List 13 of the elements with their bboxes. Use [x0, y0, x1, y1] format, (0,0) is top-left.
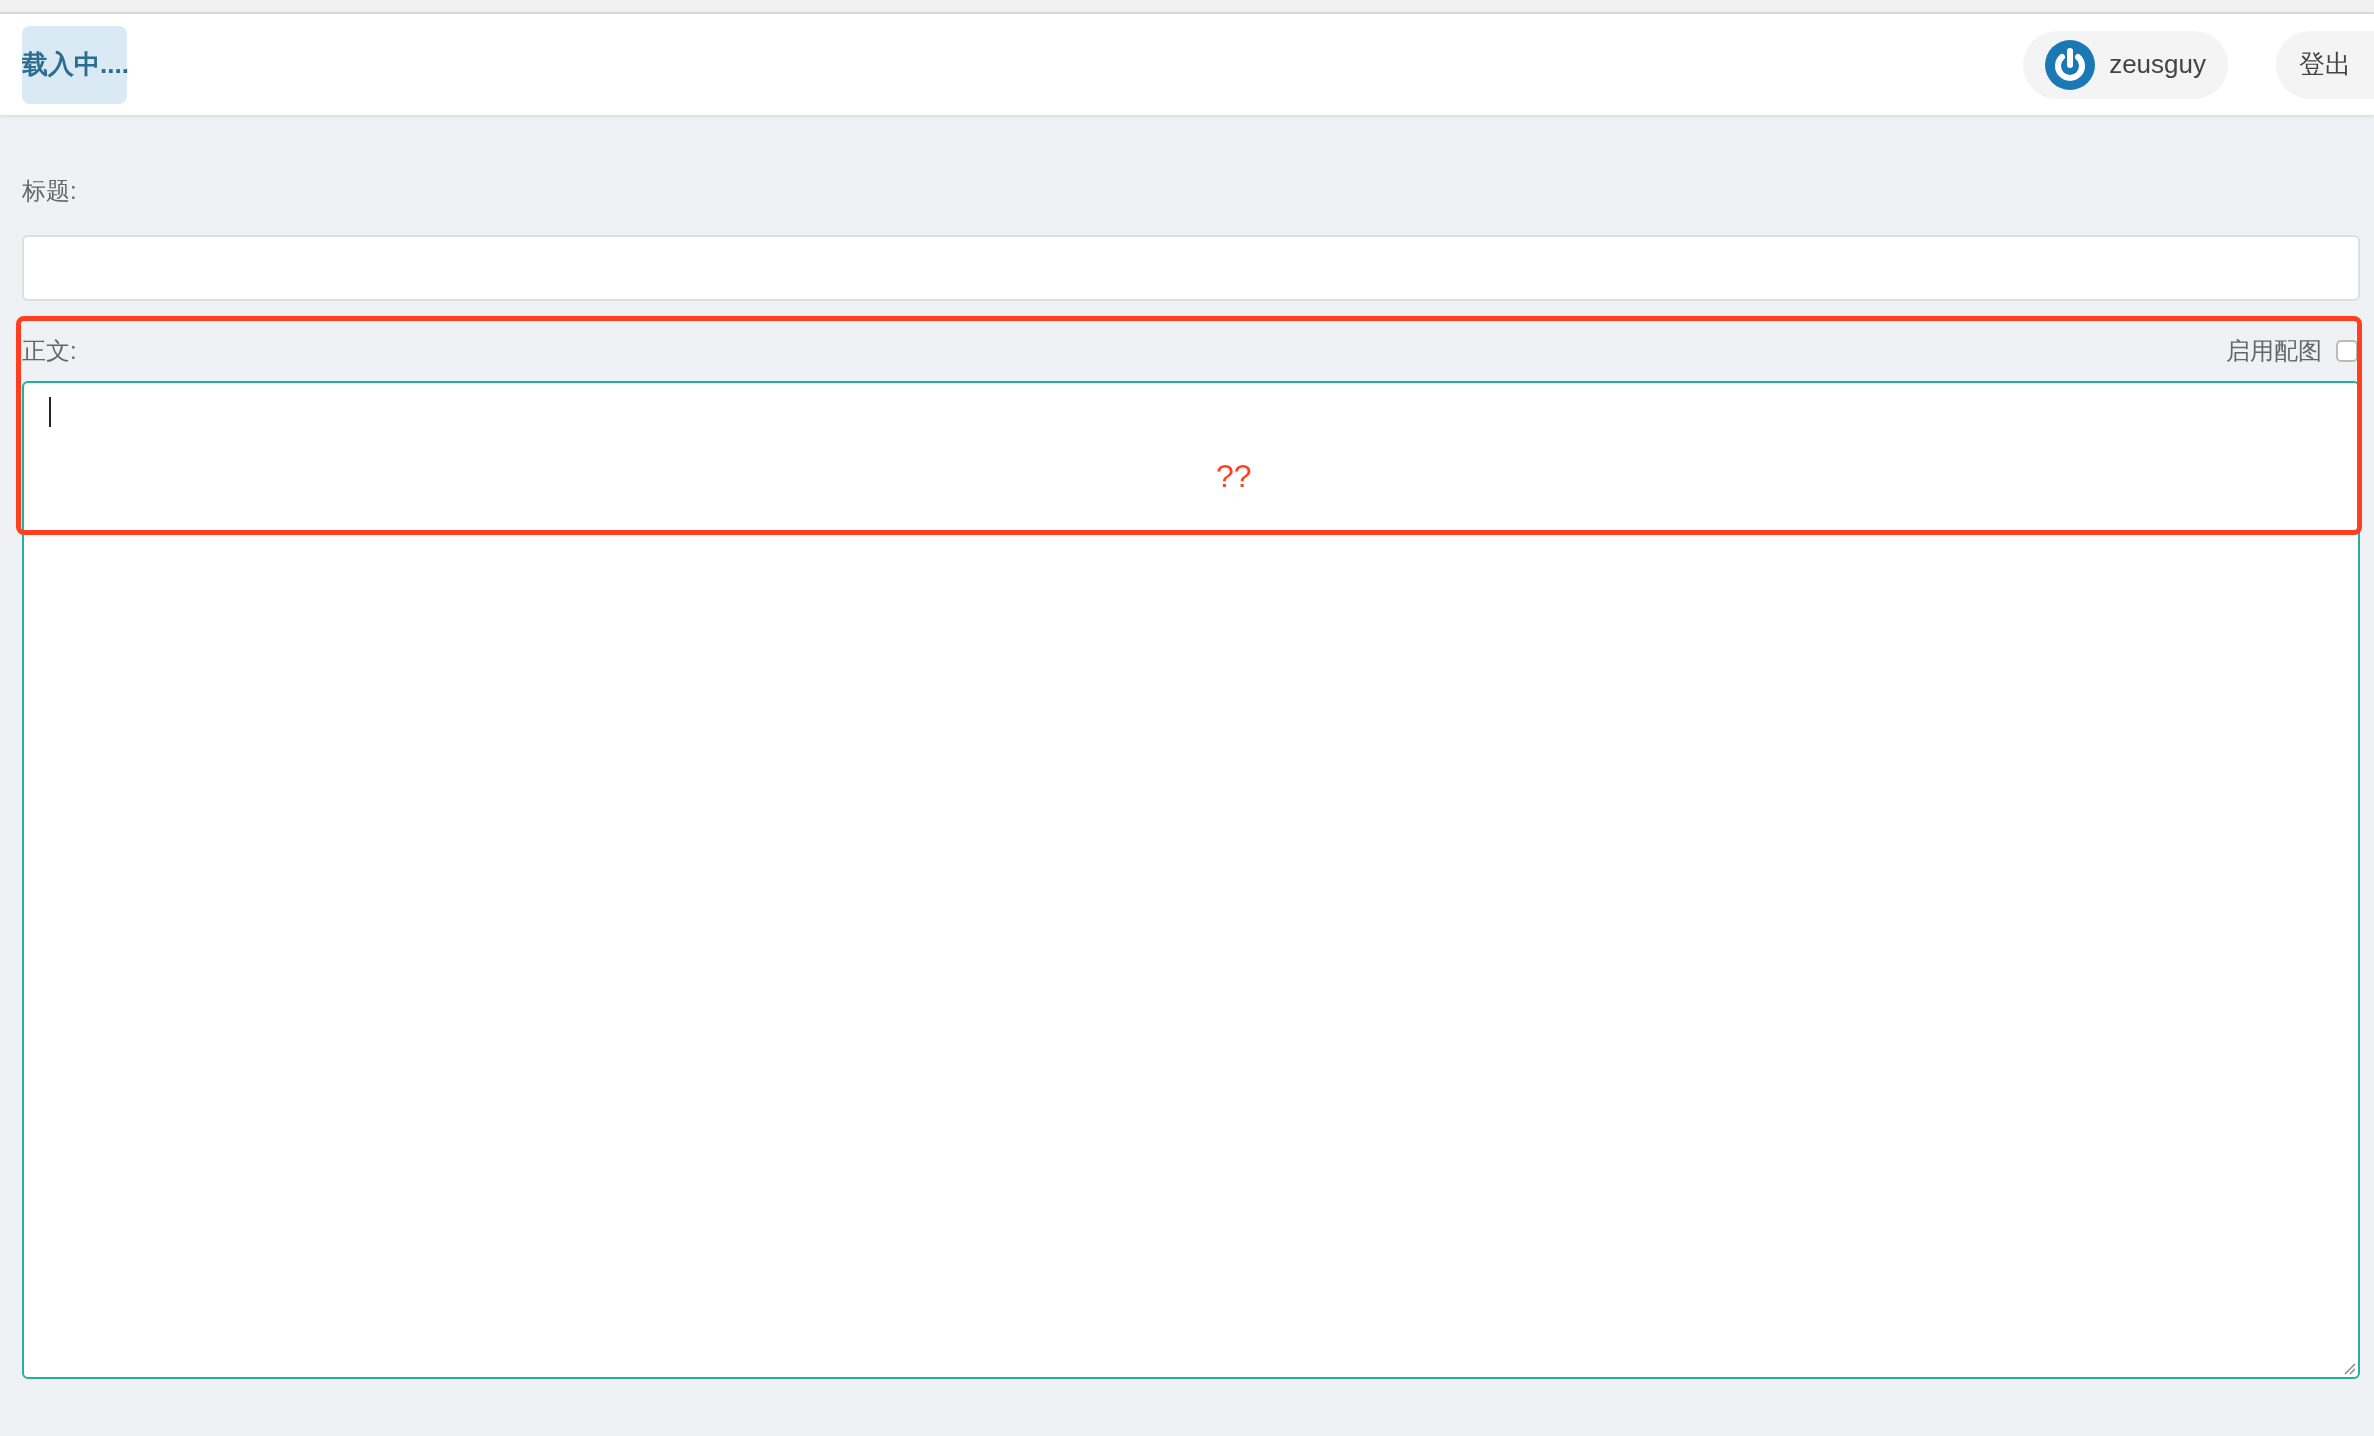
body-label: 正文:	[22, 336, 77, 366]
user-button[interactable]: zeusguy	[2023, 30, 2228, 99]
image-checkbox[interactable]	[2336, 340, 2358, 362]
logout-button[interactable]: 登出	[2276, 30, 2374, 99]
resize-handle-icon[interactable]	[2342, 1361, 2356, 1375]
title-field[interactable]	[22, 235, 2360, 301]
image-option-label: 启用配图	[2226, 336, 2322, 366]
username: zeusguy	[2109, 49, 2206, 80]
power-icon	[2045, 39, 2096, 90]
title-label: 标题:	[22, 176, 78, 206]
loading-badge: 载入中....	[22, 25, 127, 104]
annotation-text: ??	[1216, 458, 1252, 495]
text-cursor	[49, 397, 51, 427]
